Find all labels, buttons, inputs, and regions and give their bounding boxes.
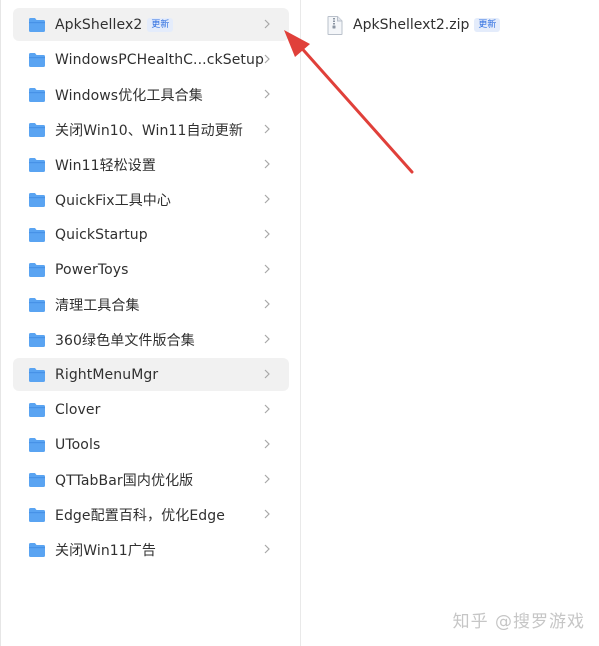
folder-icon [29,297,45,312]
folder-item-apkshellex2[interactable]: ApkShellex2 更新 [13,8,289,41]
chevron-right-icon[interactable] [263,402,271,416]
folder-label: Windows优化工具合集 [55,87,203,104]
folder-label: ApkShellex2 [55,16,143,33]
chevron-right-icon[interactable] [263,122,271,136]
chevron-right-icon[interactable] [263,17,271,31]
file-item-apkshellext2-zip[interactable]: ApkShellext2.zip 更新 [327,14,501,36]
folder-label: 360绿色单文件版合集 [55,332,195,349]
folder-item-windows-tools[interactable]: Windows优化工具合集 [13,78,289,111]
chevron-right-icon[interactable] [263,332,271,346]
folder-item-quickfix[interactable]: QuickFix工具中心 [13,183,289,216]
folder-icon [29,52,45,67]
folder-label: PowerToys [55,261,129,278]
file-pane: ApkShellext2.zip 更新 [301,0,599,646]
chevron-right-icon[interactable] [263,507,271,521]
folder-item-qttabbar[interactable]: QTTabBar国内优化版 [13,463,289,496]
folder-icon [29,227,45,242]
folder-icon [29,542,45,557]
chevron-right-icon[interactable] [263,227,271,241]
folder-label: QuickFix工具中心 [55,192,171,209]
folder-item-windowspchealthcheck[interactable]: WindowsPCHealthC...ckSetup [13,43,289,76]
folder-item-powertoys[interactable]: PowerToys [13,253,289,286]
folder-item-cleanup-tools[interactable]: 清理工具合集 [13,288,289,321]
folder-icon [29,17,45,32]
folder-label: 清理工具合集 [55,297,140,314]
folder-label: QuickStartup [55,226,148,243]
folder-list: ApkShellex2 更新 WindowsPCHealthC...ckSetu… [13,8,289,568]
chevron-right-icon[interactable] [263,87,271,101]
chevron-right-icon[interactable] [263,542,271,556]
folder-label: Edge配置百科，优化Edge [55,507,225,524]
folder-icon [29,332,45,347]
folder-item-360-collection[interactable]: 360绿色单文件版合集 [13,323,289,356]
chevron-right-icon[interactable] [263,437,271,451]
folder-label: RightMenuMgr [55,366,159,383]
chevron-right-icon[interactable] [263,157,271,171]
zip-file-icon [327,15,343,35]
chevron-right-icon[interactable] [263,192,271,206]
update-badge: 更新 [147,17,174,32]
folder-icon [29,192,45,207]
folder-label: WindowsPCHealthC...ckSetup [55,51,264,68]
folder-label: QTTabBar国内优化版 [55,472,194,489]
folder-label: Clover [55,401,101,418]
folder-label: UTools [55,436,101,453]
folder-label: 关闭Win11广告 [55,542,157,559]
folder-icon [29,367,45,382]
folder-icon [29,157,45,172]
folder-pane: ApkShellex2 更新 WindowsPCHealthC...ckSetu… [0,0,300,646]
folder-icon [29,87,45,102]
watermark: 知乎 @搜罗游戏 [452,612,585,632]
chevron-right-icon[interactable] [263,52,271,66]
folder-item-quickstartup[interactable]: QuickStartup [13,218,289,251]
folder-icon [29,437,45,452]
file-label: ApkShellext2.zip [353,17,470,33]
chevron-right-icon[interactable] [263,297,271,311]
folder-item-disable-updates[interactable]: 关闭Win10、Win11自动更新 [13,113,289,146]
file-browser: ApkShellex2 更新 WindowsPCHealthC...ckSetu… [0,0,599,646]
folder-item-clover[interactable]: Clover [13,393,289,426]
folder-item-win11-settings[interactable]: Win11轻松设置 [13,148,289,181]
folder-label: Win11轻松设置 [55,157,157,174]
folder-icon [29,507,45,522]
folder-item-disable-win11-ads[interactable]: 关闭Win11广告 [13,533,289,566]
chevron-right-icon[interactable] [263,472,271,486]
folder-item-edge-config[interactable]: Edge配置百科，优化Edge [13,498,289,531]
chevron-right-icon[interactable] [263,262,271,276]
folder-icon [29,122,45,137]
update-badge: 更新 [474,18,501,32]
folder-icon [29,472,45,487]
folder-item-utools[interactable]: UTools [13,428,289,461]
chevron-right-icon[interactable] [263,367,271,381]
folder-item-rightmenumgr[interactable]: RightMenuMgr [13,358,289,391]
folder-icon [29,262,45,277]
folder-icon [29,402,45,417]
folder-label: 关闭Win10、Win11自动更新 [55,122,243,139]
